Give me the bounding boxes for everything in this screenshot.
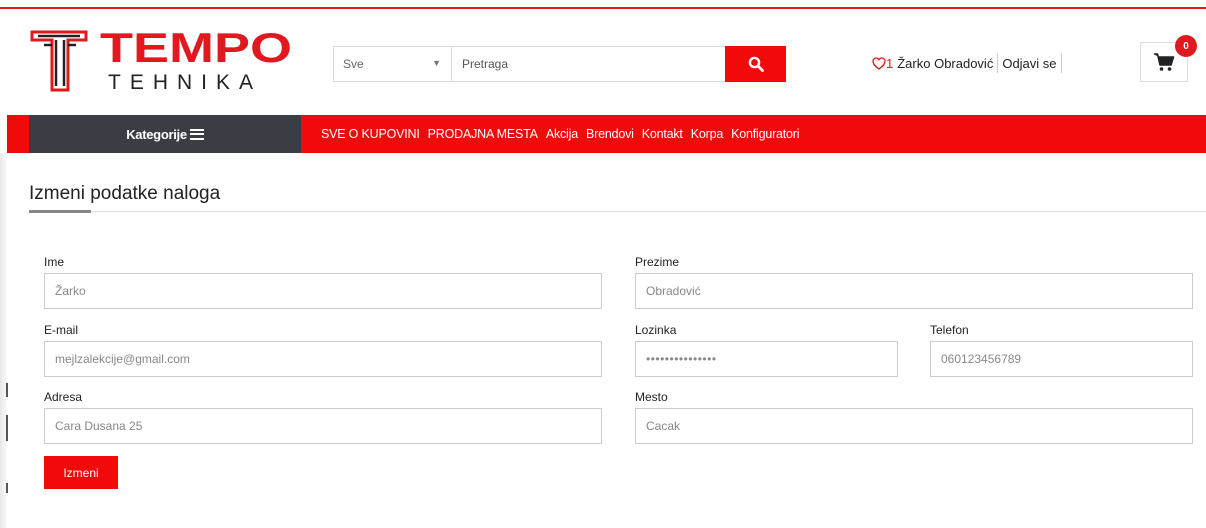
email-label: E-mail (44, 323, 79, 337)
search-category-select[interactable]: Sve ▼ (334, 47, 452, 81)
nav-link-akcija[interactable]: Akcija (546, 127, 578, 141)
cart-button[interactable]: 0 (1140, 35, 1197, 82)
nav-link-korpa[interactable]: Korpa (691, 127, 724, 141)
categories-button[interactable]: Kategorije (29, 115, 301, 153)
logout-link[interactable]: Odjavi se (1002, 56, 1056, 71)
logo-graphic: TEMPO TEHNIKA (30, 24, 292, 94)
search-input[interactable] (452, 47, 725, 81)
password-label: Lozinka (635, 323, 677, 337)
tempo-tehnika-logo[interactable]: TEMPO TEHNIKA (30, 24, 298, 94)
cart-icon (1154, 53, 1175, 71)
edge-mark (6, 483, 8, 493)
search-category-value: Sve (343, 57, 364, 71)
phone-label: Telefon (930, 323, 969, 337)
wishlist-count: 1 (886, 55, 894, 71)
edge-mark (6, 415, 8, 441)
city-field[interactable] (635, 408, 1193, 444)
nav-links: SVE O KUPOVINI PRODAJNA MESTA Akcija Bre… (321, 115, 807, 153)
categories-label: Kategorije (126, 126, 187, 142)
user-account-area: 1 Žarko Obradović Odjavi se (872, 53, 1066, 73)
wishlist-link[interactable]: 1 (872, 56, 897, 71)
dropdown-arrow-icon: ▼ (432, 58, 441, 68)
save-changes-button[interactable]: Izmeni (44, 456, 118, 489)
address-label: Adresa (44, 390, 83, 404)
address-field[interactable] (44, 408, 602, 444)
nav-link-konfiguratori[interactable]: Konfiguratori (731, 127, 799, 141)
last-name-field[interactable] (635, 273, 1193, 309)
phone-field[interactable] (930, 341, 1193, 377)
user-name-link[interactable]: Žarko Obradović (897, 56, 993, 71)
divider (997, 53, 999, 73)
email-field[interactable] (44, 341, 602, 377)
password-field[interactable] (635, 341, 898, 377)
nav-link-sve-o-kupovini[interactable]: SVE O KUPOVINI (321, 127, 420, 141)
nav-link-kontakt[interactable]: Kontakt (642, 127, 683, 141)
nav-link-prodajna-mesta[interactable]: PRODAJNA MESTA (428, 127, 538, 141)
search-icon (748, 56, 764, 72)
nav-link-brendovi[interactable]: Brendovi (586, 127, 634, 141)
last-name-label: Prezime (635, 255, 680, 269)
search-bar: Sve ▼ (333, 46, 786, 82)
heart-icon (872, 56, 886, 70)
search-button[interactable] (725, 46, 786, 82)
divider (1060, 53, 1062, 73)
title-divider (29, 211, 1206, 212)
left-edge-strip (0, 153, 8, 528)
city-label: Mesto (635, 390, 668, 404)
logo-text-bottom: TEHNIKA (108, 71, 262, 94)
menu-icon (189, 128, 204, 140)
main-navigation: Kategorije SVE O KUPOVINI PRODAJNA MESTA… (7, 115, 1206, 153)
first-name-label: Ime (44, 255, 65, 269)
cart-count-badge: 0 (1175, 35, 1197, 57)
page-title: Izmeni podatke naloga (29, 183, 221, 204)
title-underline (29, 210, 91, 213)
edge-mark (6, 383, 8, 397)
first-name-field[interactable] (44, 273, 602, 309)
logo-text-top: TEMPO (100, 28, 292, 71)
top-accent-line (0, 7, 1206, 9)
